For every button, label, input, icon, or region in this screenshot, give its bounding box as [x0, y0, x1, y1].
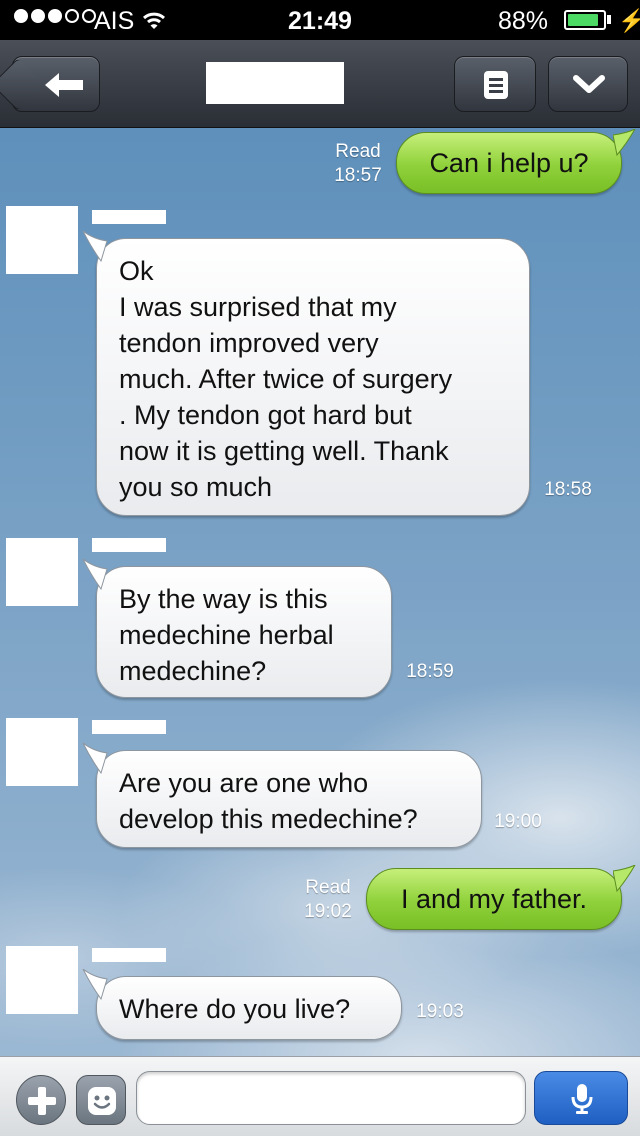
- message-time: 19:02: [304, 901, 352, 922]
- sender-avatar[interactable]: [6, 718, 78, 786]
- read-status: Read: [335, 141, 381, 162]
- plus-icon: [28, 1087, 56, 1115]
- message-text: Ok I was surprised that my tendon improv…: [119, 256, 453, 502]
- add-attachment-button[interactable]: [16, 1075, 66, 1125]
- message-text: Are you are one who develop this medechi…: [119, 768, 418, 834]
- message-time: 18:59: [406, 661, 454, 682]
- voice-message-button[interactable]: [534, 1071, 628, 1125]
- outgoing-message-bubble[interactable]: Can i help u?: [396, 129, 636, 194]
- emoji-icon: [88, 1087, 116, 1115]
- sender-name-redacted: [92, 210, 166, 224]
- message-text: Where do you live?: [119, 994, 351, 1024]
- sender-name-redacted: [92, 720, 166, 734]
- battery-icon: [564, 10, 606, 30]
- incoming-message-bubble[interactable]: By the way is this medechine herbal mede…: [82, 559, 392, 698]
- incoming-message-bubble[interactable]: Are you are one who develop this medechi…: [82, 743, 482, 848]
- message-time: 18:58: [544, 479, 592, 500]
- message-input[interactable]: [136, 1071, 526, 1125]
- sender-name-redacted: [92, 538, 166, 552]
- message-time: 19:00: [494, 811, 542, 832]
- composer-bar: [0, 1056, 640, 1136]
- sender-name-redacted: [92, 948, 166, 962]
- chevron-down-icon: [573, 75, 605, 93]
- sender-avatar[interactable]: [6, 538, 78, 606]
- emoji-button[interactable]: [76, 1075, 126, 1125]
- dropdown-button[interactable]: [548, 56, 628, 112]
- menu-icon: [484, 71, 508, 99]
- incoming-message-bubble[interactable]: Where do you live?: [82, 969, 402, 1040]
- outgoing-message-bubble[interactable]: I and my father.: [366, 865, 636, 930]
- status-bar: AIS 21:49 88% ⚡: [0, 0, 640, 40]
- sender-avatar[interactable]: [6, 206, 78, 274]
- message-time: 18:57: [334, 165, 382, 186]
- message-meta: Read 18:57: [326, 140, 390, 188]
- read-status: Read: [305, 877, 351, 898]
- chat-area[interactable]: Read 18:57 Can i help u? Ok I was surpri…: [0, 128, 640, 1056]
- sender-avatar[interactable]: [6, 946, 78, 1014]
- charging-icon: ⚡: [618, 8, 640, 33]
- message-time: 19:03: [416, 1001, 464, 1022]
- battery-tip: [607, 15, 611, 24]
- incoming-message-bubble[interactable]: Ok I was surprised that my tendon improv…: [82, 231, 530, 516]
- message-meta: Read 19:02: [296, 876, 360, 924]
- message-text: I and my father.: [400, 884, 588, 914]
- menu-button[interactable]: [454, 56, 536, 112]
- contact-name-redacted: [206, 62, 344, 104]
- back-button[interactable]: [12, 56, 100, 112]
- back-arrow-icon: [45, 73, 83, 97]
- microphone-icon: [571, 1084, 593, 1114]
- message-text: Can i help u?: [429, 148, 589, 178]
- chat-header: [0, 40, 640, 128]
- battery-percentage: 88%: [498, 7, 549, 35]
- message-text: By the way is this medechine herbal mede…: [119, 584, 334, 686]
